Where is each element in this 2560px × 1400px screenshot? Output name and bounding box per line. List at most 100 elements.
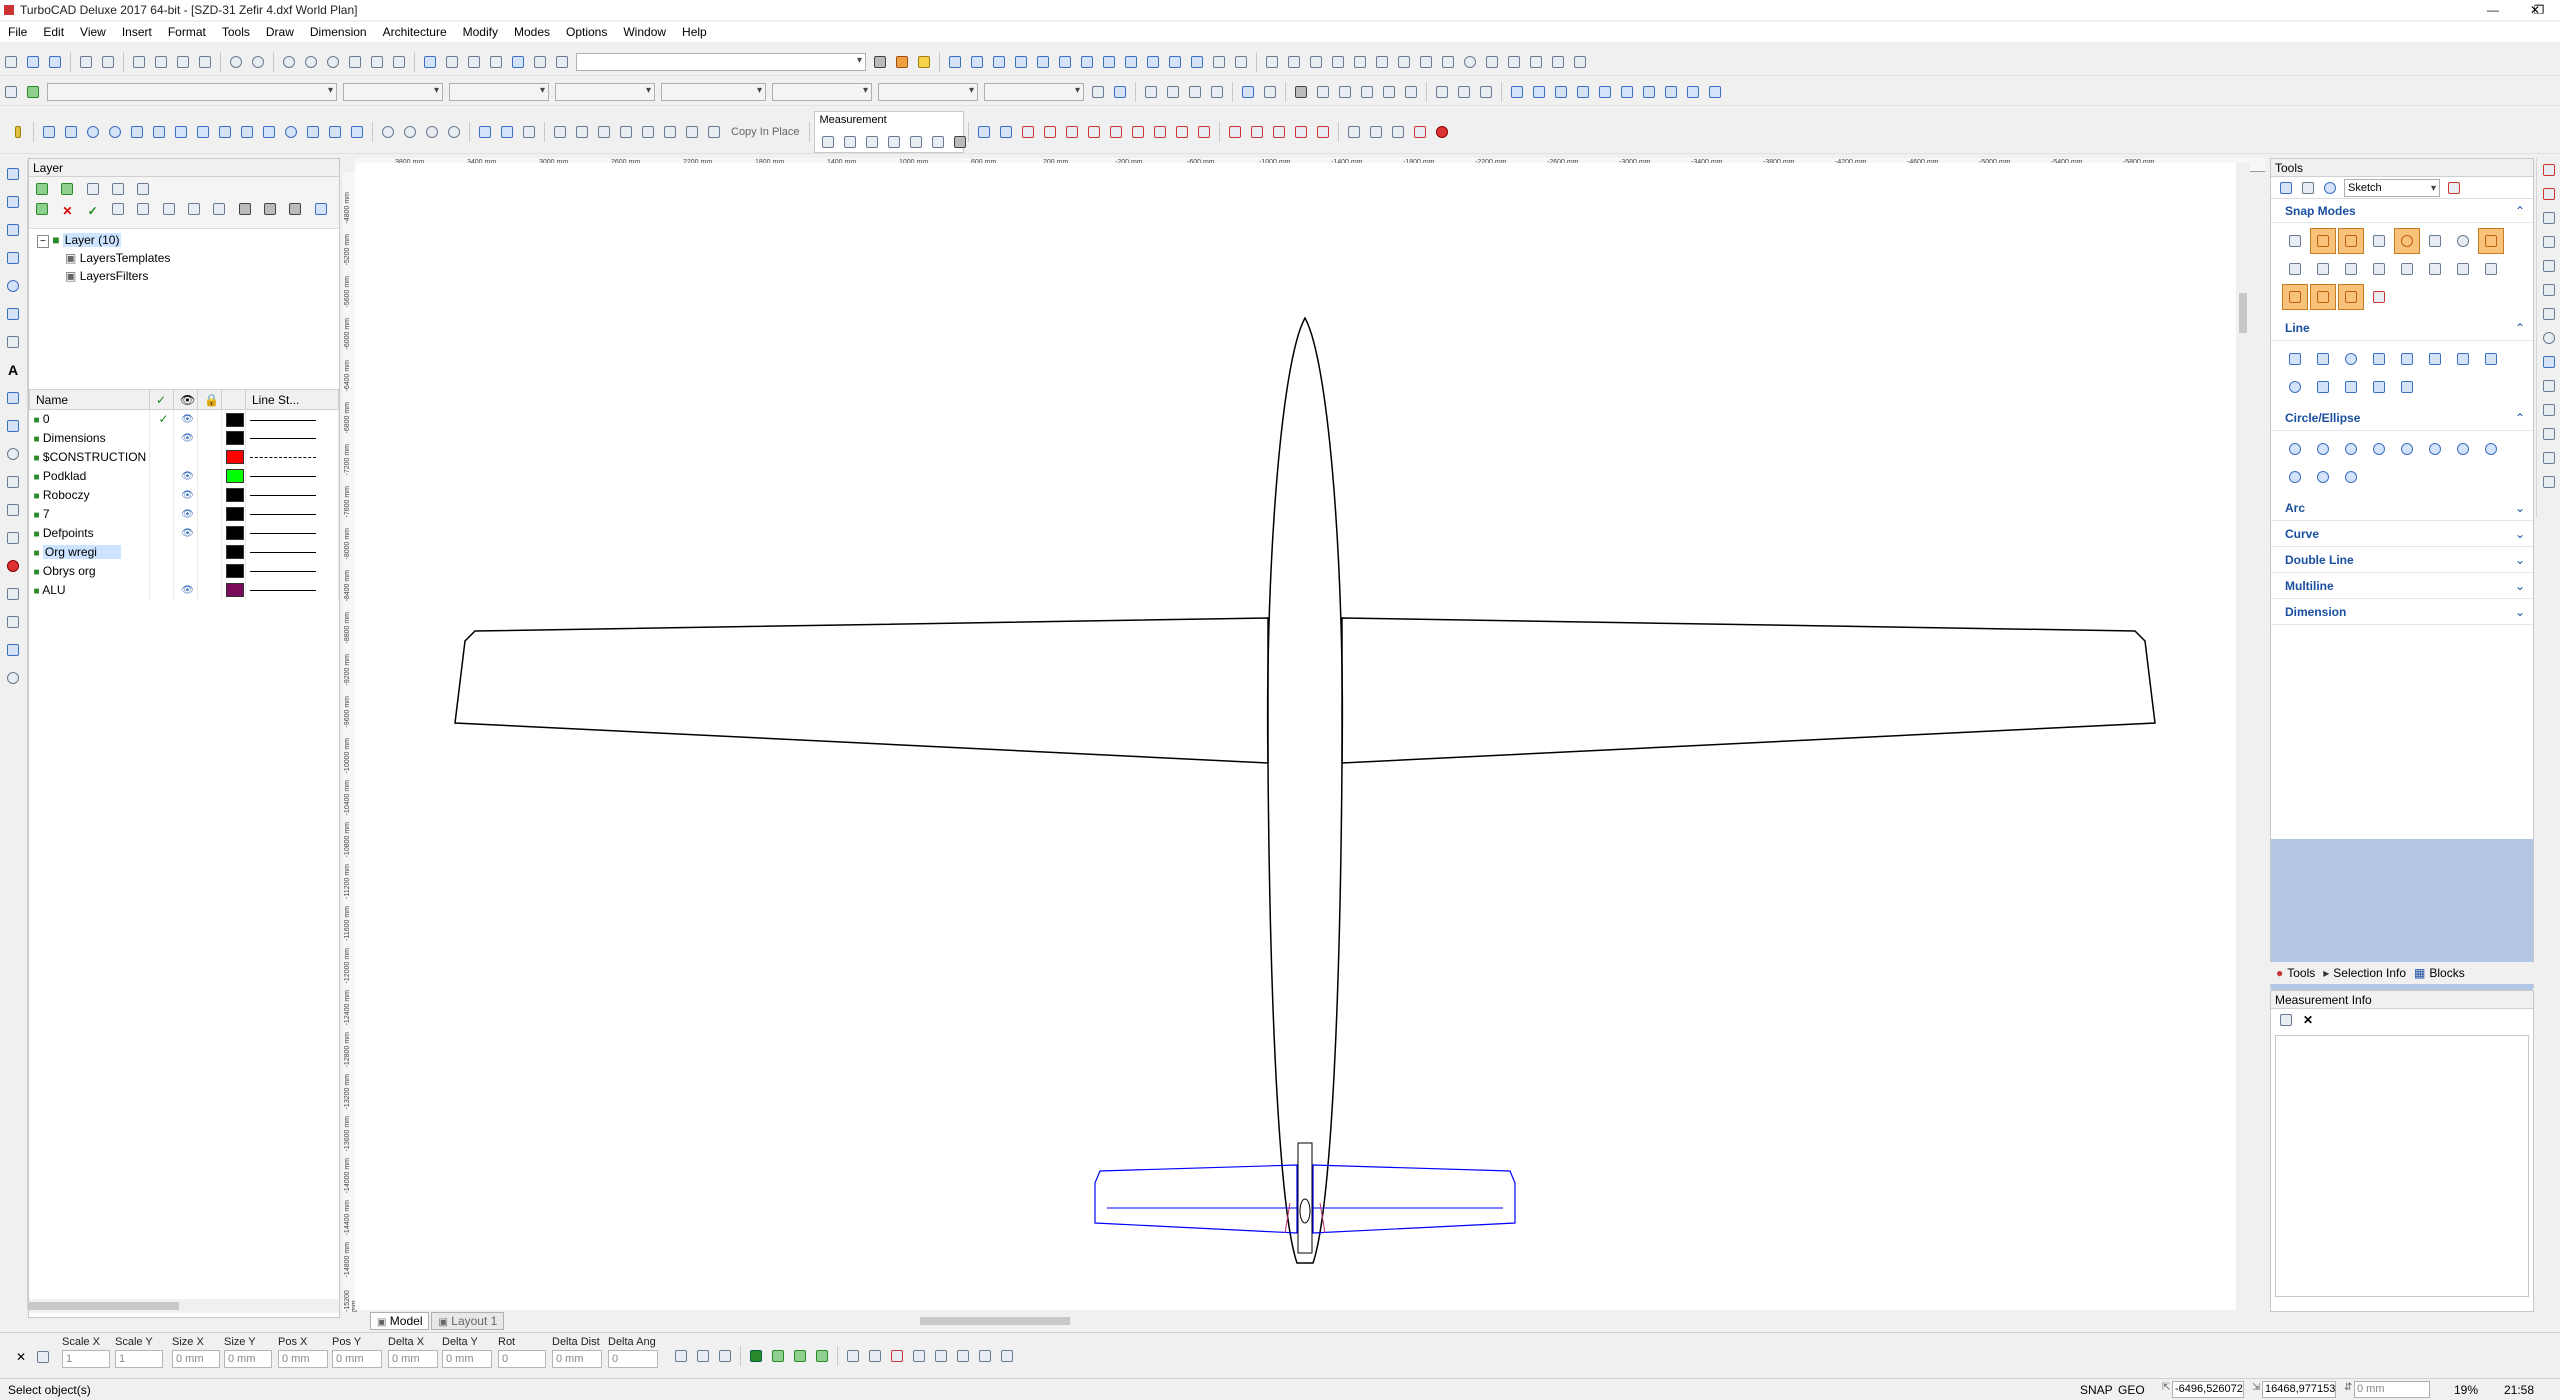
layer-lock-cell[interactable]: [197, 409, 222, 429]
copy-tool-icon[interactable]: [1454, 82, 1474, 102]
mirror-icon[interactable]: [1328, 52, 1348, 72]
field-delta-y[interactable]: 0 mm: [442, 1350, 492, 1368]
loft-icon[interactable]: [237, 122, 257, 142]
layer-linestyle-cell[interactable]: [245, 504, 339, 524]
line-single-icon[interactable]: [2282, 346, 2308, 372]
line-tool-11-icon[interactable]: [1194, 122, 1214, 142]
tab-layout-1[interactable]: ▣ Layout 1: [431, 1312, 505, 1330]
layer-template-icon[interactable]: [57, 179, 77, 199]
globe-icon[interactable]: [2320, 178, 2340, 198]
tab-model[interactable]: ▣ Model: [370, 1312, 430, 1330]
line-tool-5-icon[interactable]: [1062, 122, 1082, 142]
layer-visible-cell[interactable]: [173, 542, 198, 562]
curve-tool-1-icon[interactable]: [1225, 122, 1245, 142]
section-dimension[interactable]: Dimension ⌄: [2271, 599, 2533, 625]
block-tool-icon[interactable]: [3, 472, 23, 492]
properties-icon[interactable]: [1, 82, 21, 102]
measure-angle-icon[interactable]: [840, 132, 860, 152]
menu-insert[interactable]: Insert: [114, 25, 160, 39]
menu-edit[interactable]: Edit: [35, 25, 72, 39]
point-icon[interactable]: [3, 332, 23, 352]
layer-tool-icon[interactable]: [3, 584, 23, 604]
menu-modify[interactable]: Modify: [455, 25, 506, 39]
line-polygon-icon[interactable]: [2338, 346, 2364, 372]
layer-color-cell[interactable]: [221, 409, 246, 429]
select-by-icon[interactable]: [1141, 82, 1161, 102]
layer-lock-cell[interactable]: [197, 485, 222, 505]
field-delta-dist[interactable]: 0 mm: [552, 1350, 602, 1368]
layer-visible-all-icon[interactable]: [159, 199, 179, 219]
layer-row[interactable]: ■ Dimensions 👁: [29, 428, 339, 448]
snap-nearest-icon[interactable]: [1011, 52, 1031, 72]
snap-center-icon[interactable]: [989, 52, 1009, 72]
view-tool-icon[interactable]: [3, 640, 23, 660]
boolean-add-icon[interactable]: [378, 122, 398, 142]
pencil-icon[interactable]: [2298, 178, 2318, 198]
view-left-icon[interactable]: [1573, 82, 1593, 102]
cylinder-icon[interactable]: [61, 122, 81, 142]
scale-combo[interactable]: [878, 82, 978, 101]
layer-active-cell[interactable]: [149, 447, 174, 467]
curve-icon[interactable]: [3, 304, 23, 324]
menu-draw[interactable]: Draw: [258, 25, 302, 39]
layer-sort-icon[interactable]: [311, 199, 331, 219]
layer-linestyle-cell[interactable]: [245, 580, 339, 600]
curve-tool-3-icon[interactable]: [1269, 122, 1289, 142]
snap-center-mode-icon[interactable]: [2422, 228, 2448, 254]
layer-active-cell[interactable]: [149, 542, 174, 562]
hatch-icon[interactable]: [3, 388, 23, 408]
boolean-int-icon[interactable]: [422, 122, 442, 142]
right-strip-10-icon[interactable]: [2539, 376, 2559, 396]
snap-magnet-icon[interactable]: [2282, 284, 2308, 310]
layer-linestyle-cell[interactable]: [245, 523, 339, 543]
layer-set-active-icon[interactable]: ✓: [83, 201, 103, 221]
box-icon[interactable]: [39, 122, 59, 142]
help-button[interactable]: [870, 52, 890, 72]
layer-row[interactable]: ■ Defpoints 👁: [29, 523, 339, 543]
field-size-x[interactable]: 0 mm: [172, 1350, 220, 1368]
col-visible[interactable]: 👁: [173, 389, 198, 410]
layer-import-icon[interactable]: [108, 179, 128, 199]
select-arrow-icon[interactable]: [1238, 82, 1258, 102]
cut-tool-icon[interactable]: [1432, 82, 1452, 102]
view-iso4-icon[interactable]: [1705, 82, 1725, 102]
curve-tool-4-icon[interactable]: [1291, 122, 1311, 142]
right-strip-4-icon[interactable]: [2539, 232, 2559, 252]
insp-tool-10-icon[interactable]: [887, 1346, 907, 1366]
wire-icon[interactable]: [1379, 82, 1399, 102]
layer-button[interactable]: [530, 52, 550, 72]
line-icon[interactable]: [3, 220, 23, 240]
snap-middle-icon[interactable]: [967, 52, 987, 72]
select-all-icon[interactable]: [1207, 82, 1227, 102]
book-button[interactable]: [892, 52, 912, 72]
layer-scroll-thumb[interactable]: [29, 1302, 179, 1310]
curve-tool-5-icon[interactable]: [1313, 122, 1333, 142]
circle-tangent3-icon[interactable]: [2450, 436, 2476, 462]
layer-visible-cell[interactable]: [173, 561, 198, 581]
snap-indicator[interactable]: SNAP: [2080, 1383, 2113, 1397]
layer-linestyle-cell[interactable]: [245, 542, 339, 562]
text-icon[interactable]: A: [3, 360, 23, 380]
h-scroll-thumb[interactable]: [920, 1317, 1070, 1325]
tab-blocks[interactable]: Blocks: [2429, 966, 2464, 980]
layer-name[interactable]: ■ $CONSTRUCTION: [29, 447, 150, 467]
line-rotated-rect-icon[interactable]: [2422, 346, 2448, 372]
view-front-icon[interactable]: [1529, 82, 1549, 102]
line-angle-icon[interactable]: [2310, 374, 2336, 400]
section-circle-ellipse[interactable]: Circle/Ellipse ⌃: [2271, 405, 2533, 431]
align-icon[interactable]: [1350, 52, 1370, 72]
layer-linestyle-cell[interactable]: [245, 466, 339, 486]
extrude-icon[interactable]: [193, 122, 213, 142]
insp-tool-1-icon[interactable]: [671, 1346, 691, 1366]
layer-name[interactable]: ■ Obrys org: [29, 561, 150, 581]
canvas-horizontal-scrollbar[interactable]: [540, 1313, 2250, 1329]
join-icon[interactable]: [1526, 52, 1546, 72]
undo-button[interactable]: [226, 52, 246, 72]
layer-row[interactable]: ■ 0 ✓ 👁: [29, 409, 339, 429]
snap-quadrant-icon[interactable]: [1055, 52, 1075, 72]
snap-vertex-mode-icon[interactable]: [2310, 228, 2336, 254]
edit-tool-4-icon[interactable]: [1410, 122, 1430, 142]
layer-active-cell[interactable]: [149, 504, 174, 524]
inspector-close-icon[interactable]: ✕: [11, 1347, 31, 1367]
curve-tool-2-icon[interactable]: [1247, 122, 1267, 142]
